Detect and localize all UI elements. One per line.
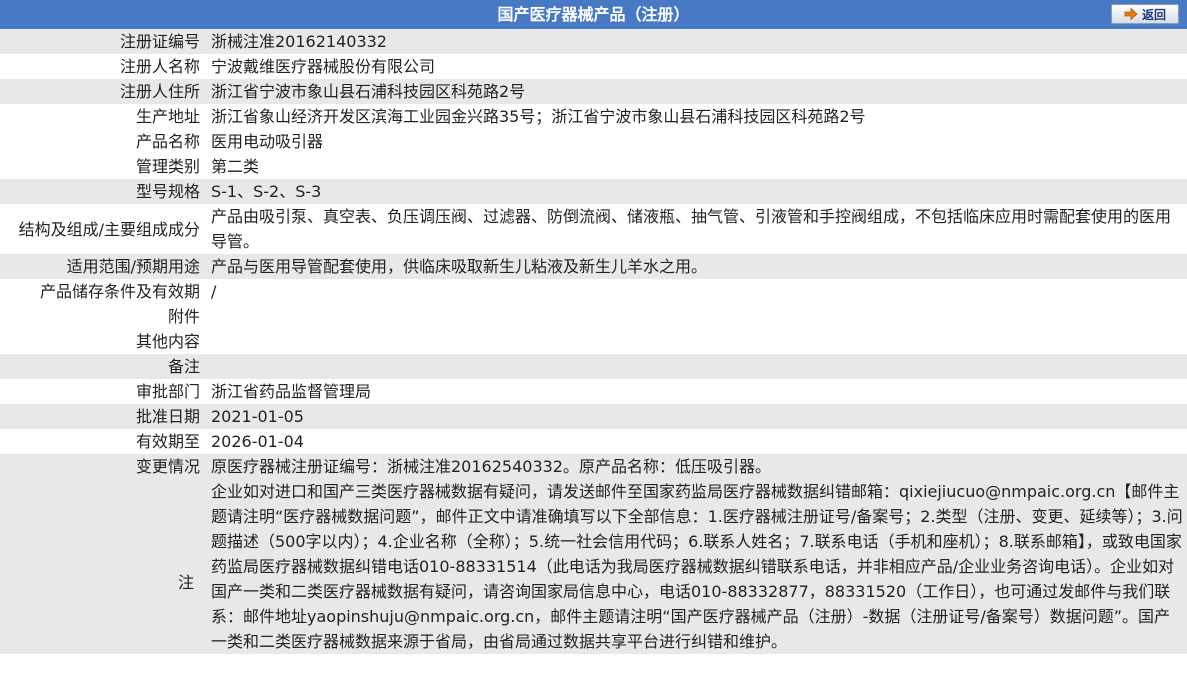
field-label: 有效期至 [0,429,204,454]
note-label: 注 [178,573,195,592]
table-row: 生产地址 浙江省象山经济开发区滨海工业园金兴路35号；浙江省宁波市象山县石浦科技… [0,104,1187,129]
field-value: 浙械注准20162140332 [204,29,1187,54]
field-value: 2026-01-04 [204,429,1187,454]
field-value: 第二类 [204,154,1187,179]
table-row: 适用范围/预期用途 产品与医用导管配套使用，供临床吸取新生儿粘液及新生儿羊水之用… [0,254,1187,279]
field-label: 注册人住所 [0,79,204,104]
table-row: 其他内容 [0,329,1187,354]
field-label: 批准日期 [0,404,204,429]
table-row: 结构及组成/主要组成成分 产品由吸引泵、真空表、负压调压阀、过滤器、防倒流阀、储… [0,204,1187,254]
field-label: 其他内容 [0,329,204,354]
note-text: 企业如对进口和国产三类医疗器械数据有疑问，请发送邮件至国家药监局医疗器械数据纠错… [211,482,1183,651]
field-label: 附件 [0,304,204,329]
field-label: 生产地址 [0,104,204,129]
field-label: 产品名称 [0,129,204,154]
field-value: 宁波戴维医疗器械股份有限公司 [204,54,1187,79]
table-row: 备注 [0,354,1187,379]
table-row: 注册人住所 浙江省宁波市象山县石浦科技园区科苑路2号 [0,79,1187,104]
back-button[interactable]: 返回 [1111,4,1179,24]
field-label: 产品储存条件及有效期 [0,279,204,304]
table-row: 产品储存条件及有效期 / [0,279,1187,304]
field-value: 产品由吸引泵、真空表、负压调压阀、过滤器、防倒流阀、储液瓶、抽气管、引液管和手控… [204,204,1187,254]
arrow-right-icon [1124,7,1138,21]
field-label: 注册证编号 [0,29,204,54]
table-row: 审批部门 浙江省药品监督管理局 [0,379,1187,404]
field-label: 适用范围/预期用途 [0,254,204,279]
field-label: 审批部门 [0,379,204,404]
table-row: 批准日期 2021-01-05 [0,404,1187,429]
field-value: 原医疗器械注册证编号：浙械注准20162540332。原产品名称：低压吸引器。 … [204,454,1187,654]
field-value [204,329,1187,354]
field-label: 备注 [0,354,204,379]
field-value: 浙江省宁波市象山县石浦科技园区科苑路2号 [204,79,1187,104]
field-label: 变更情况 [0,454,204,654]
table-row: 有效期至 2026-01-04 [0,429,1187,454]
field-value [204,354,1187,379]
field-value: S-1、S-2、S-3 [204,179,1187,204]
table-row: 附件 [0,304,1187,329]
table-row: 注册证编号 浙械注准20162140332 [0,29,1187,54]
field-value: 2021-01-05 [204,404,1187,429]
field-value: 浙江省药品监督管理局 [204,379,1187,404]
table-row: 产品名称 医用电动吸引器 [0,129,1187,154]
field-label: 结构及组成/主要组成成分 [0,204,204,254]
field-value: 浙江省象山经济开发区滨海工业园金兴路35号；浙江省宁波市象山县石浦科技园区科苑路… [204,104,1187,129]
table-row: 管理类别 第二类 [0,154,1187,179]
field-value: 产品与医用导管配套使用，供临床吸取新生儿粘液及新生儿羊水之用。 [204,254,1187,279]
field-value: 医用电动吸引器 [204,129,1187,154]
field-label: 管理类别 [0,154,204,179]
change-text: 原医疗器械注册证编号：浙械注准20162540332。原产品名称：低压吸引器。 [211,457,771,476]
table-row: 注册人名称 宁波戴维医疗器械股份有限公司 [0,54,1187,79]
field-label: 型号规格 [0,179,204,204]
back-button-label: 返回 [1141,7,1166,22]
detail-table: 注册证编号 浙械注准20162140332 注册人名称 宁波戴维医疗器械股份有限… [0,29,1187,654]
page-title: 国产医疗器械产品（注册） [497,5,690,24]
table-row: 变更情况 原医疗器械注册证编号：浙械注准20162540332。原产品名称：低压… [0,454,1187,654]
table-row: 型号规格 S-1、S-2、S-3 [0,179,1187,204]
field-value [204,304,1187,329]
field-label: 注册人名称 [0,54,204,79]
field-value: / [204,279,1187,304]
title-bar: 国产医疗器械产品（注册） 返回 [0,0,1187,29]
